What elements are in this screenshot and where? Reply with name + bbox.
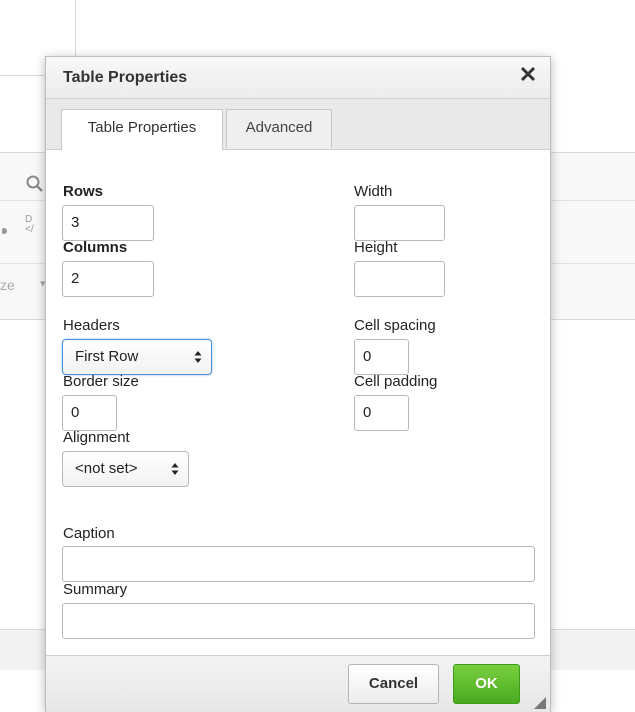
- dialog-titlebar[interactable]: Table Properties: [46, 57, 550, 99]
- summary-label: Summary: [63, 581, 128, 598]
- height-label: Height: [354, 239, 398, 256]
- dialog-content: Rows 3 Columns 2 Width Height Headers Fi…: [46, 150, 550, 655]
- select-arrows-icon: [194, 351, 202, 363]
- cell-padding-input[interactable]: 0: [354, 395, 409, 431]
- border-size-input[interactable]: 0: [62, 395, 117, 431]
- cell-spacing-input[interactable]: 0: [354, 339, 409, 375]
- toolbar-dropdown-fragment[interactable]: ze: [0, 277, 15, 293]
- source-code-icon[interactable]: D </: [25, 215, 34, 235]
- cell-padding-label: Cell padding: [354, 373, 438, 390]
- summary-input[interactable]: [62, 603, 535, 639]
- alignment-select[interactable]: <not set>: [62, 451, 189, 487]
- caption-label: Caption: [63, 525, 115, 542]
- columns-input[interactable]: 2: [62, 261, 154, 297]
- toolbar-partial-icon: [1, 223, 10, 239]
- dialog-footer: Cancel OK: [46, 655, 550, 712]
- caption-input[interactable]: [62, 546, 535, 582]
- dialog-title: Table Properties: [63, 69, 188, 86]
- search-icon[interactable]: [26, 175, 44, 198]
- dialog-tabbar: Table Properties Advanced: [46, 99, 550, 150]
- alignment-label: Alignment: [63, 429, 130, 446]
- headers-select[interactable]: First Row: [62, 339, 212, 375]
- border-size-label: Border size: [63, 373, 139, 390]
- resize-handle-icon[interactable]: [534, 697, 546, 709]
- headers-select-value: First Row: [75, 348, 139, 365]
- close-icon[interactable]: [520, 65, 536, 87]
- tab-table-properties[interactable]: Table Properties: [61, 109, 223, 150]
- alignment-select-value: <not set>: [75, 460, 138, 477]
- columns-label: Columns: [63, 239, 128, 256]
- cell-spacing-label: Cell spacing: [354, 317, 436, 334]
- table-properties-dialog: Table Properties Table Properties Advanc…: [45, 56, 551, 712]
- headers-label: Headers: [63, 317, 120, 334]
- height-input[interactable]: [354, 261, 445, 297]
- rows-label: Rows: [63, 183, 104, 200]
- width-label: Width: [354, 183, 393, 200]
- tab-advanced[interactable]: Advanced: [226, 109, 332, 148]
- cancel-button[interactable]: Cancel: [348, 664, 439, 704]
- select-arrows-icon: [171, 463, 179, 475]
- ok-button[interactable]: OK: [453, 664, 520, 704]
- rows-input[interactable]: 3: [62, 205, 154, 241]
- width-input[interactable]: [354, 205, 445, 241]
